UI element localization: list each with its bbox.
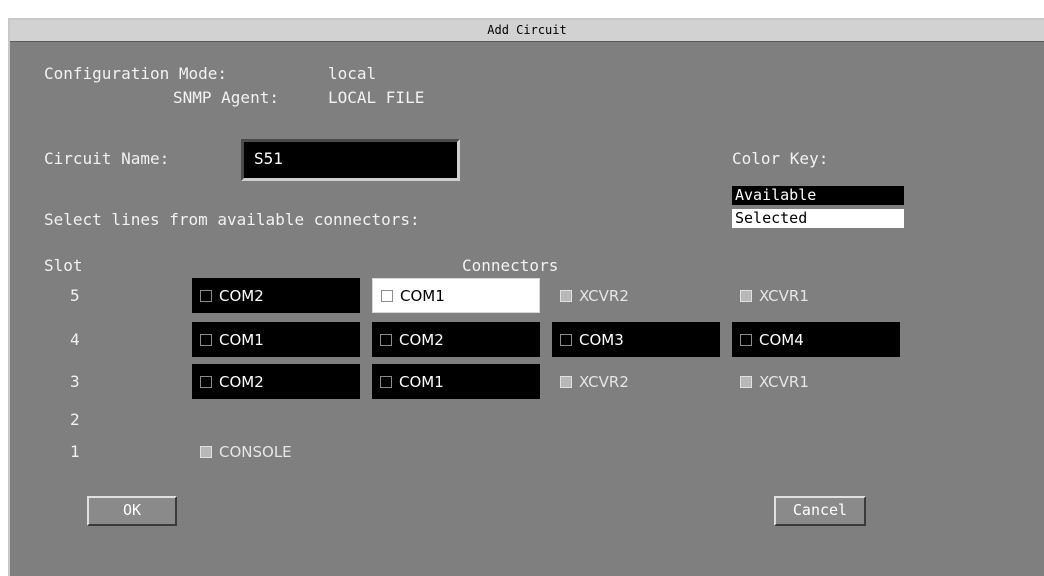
connector-label: COM2 — [399, 330, 444, 349]
instructions-text: Select lines from available connectors: — [44, 210, 420, 229]
slot-header: Slot — [44, 256, 83, 275]
connector-com2[interactable]: COM2 — [192, 278, 360, 313]
circuit-name-field[interactable]: S51 — [241, 139, 460, 181]
checkbox-icon — [740, 333, 752, 346]
color-key-available: Available — [732, 186, 904, 205]
ok-button[interactable]: OK — [87, 496, 177, 526]
connector-xcvr1: XCVR1 — [732, 364, 900, 399]
connectors-header: Connectors — [462, 256, 559, 275]
connector-com1[interactable]: COM1 — [372, 364, 540, 399]
connector-label: COM2 — [219, 286, 264, 305]
cancel-button[interactable]: Cancel — [774, 496, 866, 526]
circuit-name-label: Circuit Name: — [44, 149, 170, 168]
connector-label: COM4 — [759, 330, 804, 349]
slot-number: 2 — [70, 410, 80, 429]
checkbox-icon — [740, 289, 752, 302]
color-key-selected: Selected — [732, 209, 904, 228]
config-mode-value: local — [328, 64, 377, 83]
checkbox-icon — [200, 375, 212, 388]
dialog-title: Add Circuit — [10, 20, 1044, 42]
checkbox-icon — [200, 445, 212, 458]
snmp-agent-label: SNMP Agent: — [173, 88, 279, 107]
connector-xcvr2: XCVR2 — [552, 364, 720, 399]
checkbox-icon — [740, 375, 752, 388]
checkbox-icon — [380, 375, 392, 388]
connector-com1[interactable]: COM1 — [192, 322, 360, 357]
slot-number: 4 — [70, 330, 80, 349]
connector-label: COM1 — [399, 372, 444, 391]
slot-number: 1 — [70, 442, 80, 461]
connector-console: CONSOLE — [192, 434, 360, 469]
connector-com2[interactable]: COM2 — [372, 322, 540, 357]
connector-com4[interactable]: COM4 — [732, 322, 900, 357]
slot-number: 3 — [70, 372, 80, 391]
color-key-label: Color Key: — [732, 149, 829, 168]
checkbox-icon — [560, 333, 572, 346]
checkbox-icon — [381, 289, 393, 302]
connector-label: COM3 — [579, 330, 624, 349]
connector-label: XCVR1 — [759, 286, 809, 305]
connector-label: COM1 — [219, 330, 264, 349]
connector-com3[interactable]: COM3 — [552, 322, 720, 357]
checkbox-icon — [200, 289, 212, 302]
slot-number: 5 — [70, 286, 80, 305]
connector-label: CONSOLE — [219, 442, 292, 461]
connector-label: COM1 — [400, 286, 445, 305]
connector-label: XCVR1 — [759, 372, 809, 391]
connector-xcvr1: XCVR1 — [732, 278, 900, 313]
connector-label: COM2 — [219, 372, 264, 391]
checkbox-icon — [380, 333, 392, 346]
connector-com1[interactable]: COM1 — [372, 278, 540, 313]
checkbox-icon — [200, 333, 212, 346]
snmp-agent-value: LOCAL FILE — [328, 88, 425, 107]
checkbox-icon — [560, 375, 572, 388]
connector-label: XCVR2 — [579, 286, 629, 305]
connector-com2[interactable]: COM2 — [192, 364, 360, 399]
connector-label: XCVR2 — [579, 372, 629, 391]
connector-xcvr2: XCVR2 — [552, 278, 720, 313]
config-mode-label: Configuration Mode: — [44, 64, 228, 83]
add-circuit-dialog: Add Circuit Configuration Mode: local SN… — [8, 18, 1044, 576]
checkbox-icon — [560, 289, 572, 302]
